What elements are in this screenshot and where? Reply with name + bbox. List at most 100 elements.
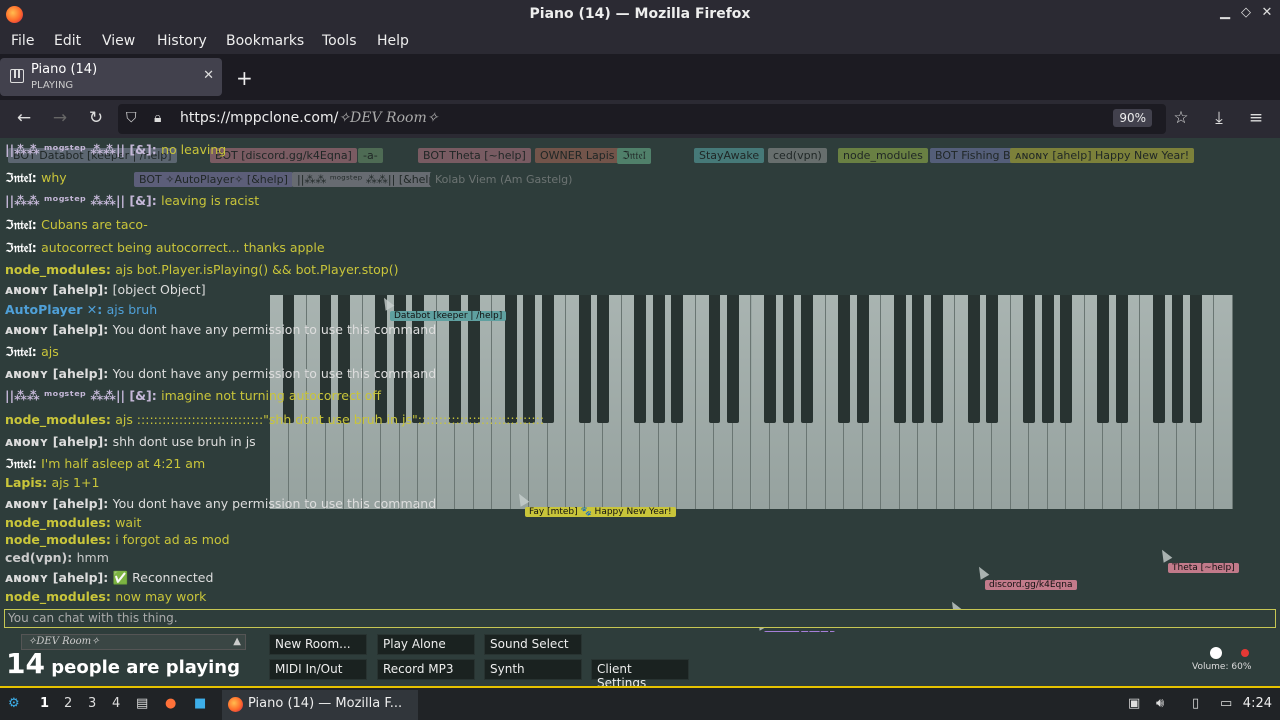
speaker-icon[interactable]: 🔊︎ — [1156, 696, 1164, 711]
chat-author[interactable]: node_modules: — [5, 532, 115, 547]
record-mp3-button[interactable]: Record MP3 — [377, 659, 475, 680]
black-key[interactable] — [856, 295, 869, 423]
desktop-2[interactable]: 2 — [64, 696, 72, 711]
chat-author[interactable]: node_modules: — [5, 412, 115, 427]
desktop-4[interactable]: 4 — [112, 696, 120, 711]
chat-author[interactable]: ᴀɴᴏɴʏ [ahelp]: — [5, 366, 113, 381]
menu-view[interactable]: View — [102, 33, 135, 49]
minimize-icon[interactable]: ▁ — [1216, 5, 1234, 20]
play-alone-button[interactable]: Play Alone — [377, 634, 475, 655]
chat-author[interactable]: ᴀɴᴏɴʏ [ahelp]: — [5, 570, 113, 585]
chat-author[interactable]: Lapis: — [5, 475, 51, 490]
user-tag[interactable]: ced(vpn) — [768, 148, 827, 163]
midi-button[interactable]: MIDI In/Out — [269, 659, 367, 680]
black-key[interactable] — [504, 295, 517, 423]
black-key[interactable] — [375, 295, 388, 423]
forward-icon[interactable]: → — [49, 108, 71, 128]
menu-help[interactable]: Help — [377, 33, 409, 49]
url-bar[interactable]: ⛉ 🔒︎ https://mppclone.com/✧DEV Room✧ 90% — [118, 104, 1166, 134]
chat-input[interactable]: You can chat with this thing. — [4, 609, 1276, 628]
chat-author[interactable]: AutoPlayer ✕: — [5, 302, 107, 317]
black-key[interactable] — [912, 295, 925, 423]
black-key[interactable] — [967, 295, 980, 423]
menu-tools[interactable]: Tools — [322, 33, 357, 49]
bookmark-star-icon[interactable]: ☆ — [1170, 108, 1192, 128]
app-launcher-icon[interactable]: ⚙ — [8, 696, 20, 711]
black-key[interactable] — [708, 295, 721, 423]
chat-author[interactable]: ᴀɴᴏɴʏ [ahelp]: — [5, 496, 113, 511]
black-key[interactable] — [1023, 295, 1036, 423]
black-key[interactable] — [1115, 295, 1128, 423]
back-icon[interactable]: ← — [13, 108, 35, 128]
synth-button[interactable]: Synth — [484, 659, 582, 680]
client-settings-button[interactable]: Client Settings — [591, 659, 689, 686]
downloads-icon[interactable]: ⤓ — [1208, 108, 1230, 128]
firefox-icon[interactable]: ● — [165, 696, 176, 711]
shield-icon[interactable]: ⛉ — [126, 110, 137, 126]
black-key[interactable] — [727, 295, 739, 423]
menu-file[interactable]: File — [11, 33, 34, 49]
user-tag[interactable]: BOT [discord.gg/k4Eqna] — [210, 148, 357, 163]
user-tag[interactable]: ||⁂⁂ ᵐᵒᵍˢᵗᵉᵖ ⁂⁂|| [&help] — [292, 172, 445, 187]
restore-icon[interactable]: ◇ — [1237, 5, 1255, 20]
chat-author[interactable]: ced(vpn): — [5, 550, 77, 565]
sound-select-button[interactable]: Sound Select — [484, 634, 582, 655]
lock-icon[interactable]: 🔒︎ — [154, 110, 161, 126]
user-tag[interactable]: -a- — [358, 148, 383, 163]
black-key[interactable] — [986, 295, 999, 423]
new-tab-icon[interactable]: + — [236, 66, 253, 90]
black-key[interactable] — [1097, 295, 1110, 423]
url-text[interactable]: https://mppclone.com/✧DEV Room✧ — [180, 110, 438, 126]
notes-icon[interactable]: ▯ — [1192, 696, 1199, 711]
reload-icon[interactable]: ↻ — [85, 108, 107, 128]
chat-author[interactable]: ||⁂⁂ ᵐᵒᵍˢᵗᵉᵖ ⁂⁂|| [&]: — [5, 142, 161, 157]
chat-author[interactable]: node_modules: — [5, 262, 115, 277]
menu-edit[interactable]: Edit — [54, 33, 81, 49]
terminal-icon[interactable]: ■ — [194, 696, 206, 711]
menu-history[interactable]: History — [157, 33, 207, 49]
close-tab-icon[interactable]: ✕ — [203, 68, 214, 83]
black-key[interactable] — [893, 295, 906, 423]
chat-author[interactable]: node_modules: — [5, 589, 115, 604]
black-key[interactable] — [671, 295, 684, 423]
black-key[interactable] — [282, 295, 295, 423]
clipboard-icon[interactable]: ▣ — [1128, 696, 1140, 711]
close-window-icon[interactable]: ✕ — [1258, 5, 1276, 20]
display-icon[interactable]: ▭ — [1220, 696, 1232, 711]
user-tag[interactable]: BOT ✧AutoPlayer✧ [&help] — [134, 172, 293, 187]
chat-author[interactable]: node_modules: — [5, 515, 115, 530]
black-key[interactable] — [1190, 295, 1202, 423]
black-key[interactable] — [838, 295, 850, 423]
desktop-1[interactable]: 1 — [40, 696, 49, 711]
file-manager-icon[interactable]: ▤ — [136, 696, 148, 711]
user-tag[interactable]: StayAwake — [694, 148, 765, 163]
black-key[interactable] — [578, 295, 591, 423]
black-key[interactable] — [764, 295, 776, 423]
black-key[interactable] — [541, 295, 554, 423]
black-key[interactable] — [1171, 295, 1184, 423]
user-tag[interactable]: BOT Theta [~help] — [418, 148, 531, 163]
black-key[interactable] — [1152, 295, 1165, 423]
menu-bookmarks[interactable]: Bookmarks — [226, 33, 304, 49]
desktop-3[interactable]: 3 — [88, 696, 96, 711]
chat-author[interactable]: ᴀɴᴏɴʏ [ahelp]: — [5, 282, 113, 297]
hamburger-menu-icon[interactable]: ≡ — [1245, 108, 1267, 128]
black-key[interactable] — [1060, 295, 1073, 423]
white-key[interactable] — [1214, 295, 1233, 509]
new-room-button[interactable]: New Room... — [269, 634, 367, 655]
black-key[interactable] — [930, 295, 943, 423]
taskbar-firefox-task[interactable]: Piano (14) — Mozilla F... — [222, 690, 418, 720]
black-key[interactable] — [523, 295, 536, 423]
black-key[interactable] — [782, 295, 795, 423]
user-tag[interactable]: ᴀɴᴏɴʏ [ahelp] Happy New Year! — [1010, 148, 1195, 163]
chat-author[interactable]: ℑ𝔫𝔱𝔢𝔩: — [5, 456, 41, 471]
volume-knob[interactable] — [1210, 647, 1222, 659]
chat-author[interactable]: ᴀɴᴏɴʏ [ahelp]: — [5, 434, 113, 449]
chat-author[interactable]: ℑ𝔫𝔱𝔢𝔩: — [5, 170, 41, 185]
black-key[interactable] — [634, 295, 647, 423]
black-key[interactable] — [319, 295, 332, 423]
zoom-level[interactable]: 90% — [1113, 109, 1152, 127]
black-key[interactable] — [1041, 295, 1054, 423]
black-key[interactable] — [597, 295, 610, 423]
user-tag[interactable]: node_modules — [838, 148, 928, 163]
